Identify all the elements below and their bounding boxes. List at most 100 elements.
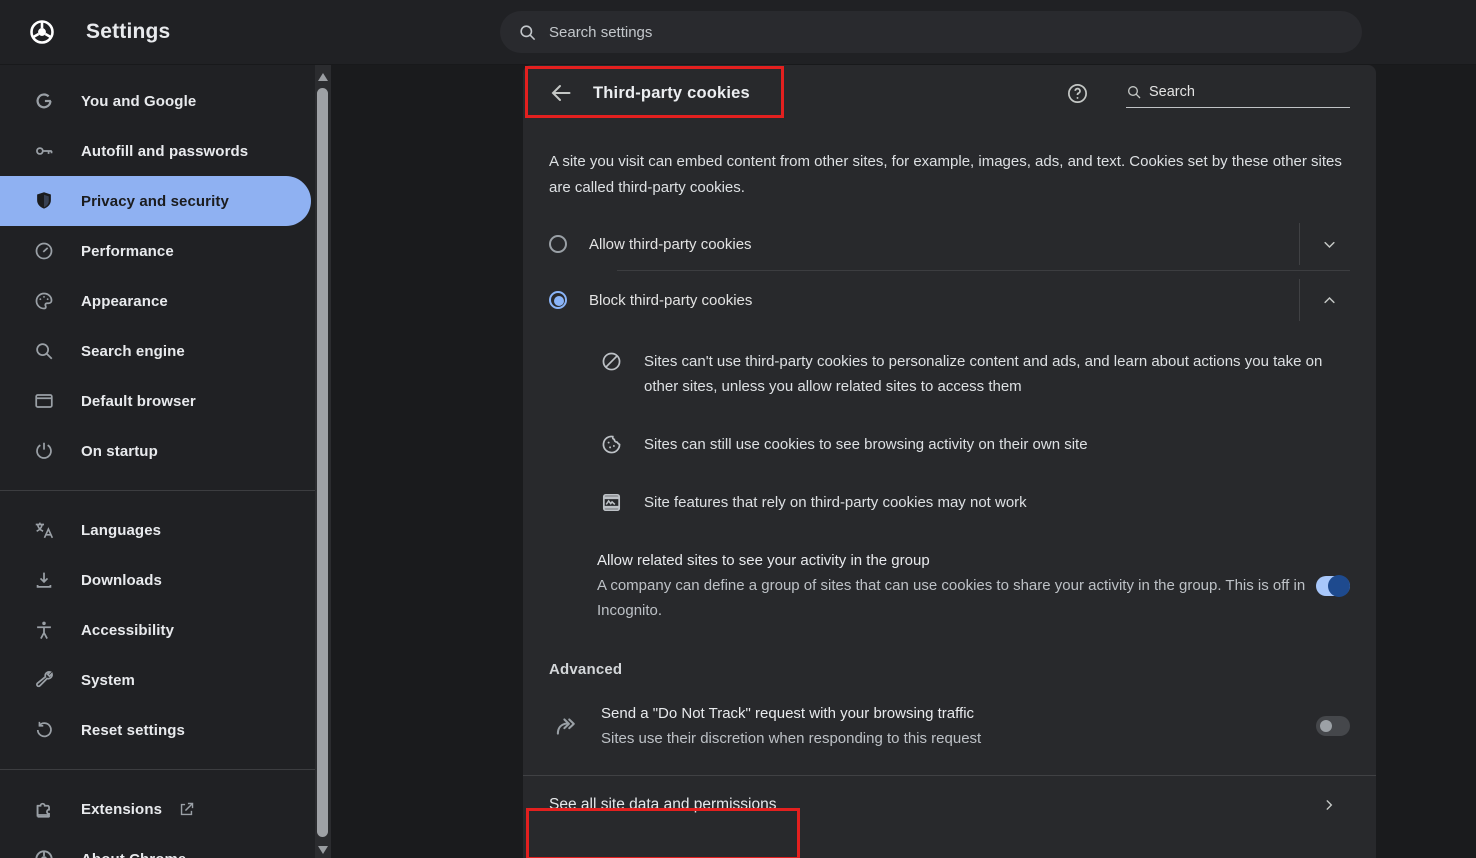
intro-text: A site you visit can embed content from …: [549, 149, 1350, 201]
list-item: Sites can't use third-party cookies to p…: [600, 349, 1350, 399]
advanced-section-label: Advanced: [549, 661, 1350, 678]
list-item: Sites can still use cookies to see brows…: [600, 432, 1350, 457]
chevron-down-icon[interactable]: [1322, 237, 1337, 252]
google-g-icon: [33, 90, 55, 112]
wrench-icon: [33, 669, 55, 691]
sidebar-item-label: Accessibility: [81, 622, 174, 639]
scrollbar[interactable]: [315, 65, 331, 858]
sidebar-item-search-engine[interactable]: Search engine: [0, 326, 315, 376]
app-title: Settings: [86, 20, 170, 44]
sidebar-item-label: Languages: [81, 522, 161, 539]
see-all-site-data-label: See all site data and permissions: [549, 796, 776, 814]
sidebar-divider: [0, 769, 315, 770]
sidebar-item-privacy-and-security[interactable]: Privacy and security: [0, 176, 311, 226]
blocked-icon: [600, 350, 623, 373]
main-content-area: Third-party cookies: [331, 65, 1476, 858]
settings-search-input[interactable]: [549, 24, 1344, 41]
page-header: Third-party cookies: [549, 65, 1350, 121]
sidebar-divider: [0, 490, 315, 491]
sidebar-item-label: Autofill and passwords: [81, 143, 248, 160]
power-icon: [33, 440, 55, 462]
back-arrow-icon[interactable]: [549, 81, 573, 105]
puzzle-icon: [33, 798, 55, 820]
brand: Settings: [0, 18, 500, 46]
sidebar-item-about-chrome[interactable]: About Chrome: [0, 834, 315, 858]
sidebar-item-label: Reset settings: [81, 722, 185, 739]
divider: [1299, 223, 1300, 265]
sidebar-item-performance[interactable]: Performance: [0, 226, 315, 276]
in-page-search[interactable]: [1126, 84, 1350, 108]
sidebar-item-reset-settings[interactable]: Reset settings: [0, 705, 315, 755]
sidebar-item-label: System: [81, 672, 135, 689]
sidebar-item-on-startup[interactable]: On startup: [0, 426, 315, 476]
related-sites-title: Allow related sites to see your activity…: [597, 548, 1316, 573]
sidebar-item-label: Default browser: [81, 393, 196, 410]
sidebar-item-languages[interactable]: Languages: [0, 505, 315, 555]
settings-search-bar[interactable]: [500, 11, 1362, 53]
key-icon: [33, 140, 55, 162]
sidebar-item-you-and-google[interactable]: You and Google: [0, 76, 315, 126]
detail-text: Sites can't use third-party cookies to p…: [644, 349, 1350, 399]
sidebar-item-label: On startup: [81, 443, 158, 460]
sidebar: You and Google Autofill and passwords Pr…: [0, 65, 315, 858]
see-all-site-data-row[interactable]: See all site data and permissions: [549, 776, 1350, 834]
sidebar-item-autofill[interactable]: Autofill and passwords: [0, 126, 315, 176]
related-sites-toggle[interactable]: [1316, 576, 1350, 596]
do-not-track-description: Sites use their discretion when respondi…: [601, 726, 981, 751]
reset-icon: [33, 719, 55, 741]
sidebar-item-label: Extensions: [81, 801, 162, 818]
sidebar-item-downloads[interactable]: Downloads: [0, 555, 315, 605]
browser-window-icon: [33, 390, 55, 412]
third-party-cookies-card: Third-party cookies: [523, 65, 1376, 858]
do-not-track-icon: [553, 713, 579, 739]
shield-icon: [33, 190, 55, 212]
related-sites-row: Allow related sites to see your activity…: [549, 548, 1350, 623]
sidebar-item-label: Privacy and security: [81, 193, 229, 210]
magnifier-icon: [33, 340, 55, 362]
search-icon: [1126, 84, 1142, 100]
open-in-new-icon: [178, 801, 195, 818]
option-allow-third-party-cookies[interactable]: Allow third-party cookies: [549, 218, 1350, 270]
search-icon: [518, 23, 537, 42]
option-label: Allow third-party cookies: [589, 236, 752, 253]
sidebar-item-label: Performance: [81, 243, 174, 260]
sidebar-item-label: You and Google: [81, 93, 196, 110]
do-not-track-title: Send a "Do Not Track" request with your …: [601, 701, 981, 726]
cookie-icon: [600, 433, 623, 456]
topbar: Settings: [0, 0, 1476, 65]
option-label: Block third-party cookies: [589, 292, 752, 309]
palette-icon: [33, 290, 55, 312]
radio-selected[interactable]: [549, 291, 567, 309]
detail-text: Site features that rely on third-party c…: [644, 490, 1027, 515]
do-not-track-row: Send a "Do Not Track" request with your …: [549, 701, 1350, 751]
sidebar-item-label: Appearance: [81, 293, 168, 310]
in-page-search-input[interactable]: [1149, 84, 1350, 100]
sidebar-item-label: Search engine: [81, 343, 185, 360]
block-details: Sites can't use third-party cookies to p…: [549, 349, 1350, 515]
scrollbar-up-arrow[interactable]: [318, 73, 328, 81]
sidebar-item-default-browser[interactable]: Default browser: [0, 376, 315, 426]
translate-icon: [33, 519, 55, 541]
do-not-track-toggle[interactable]: [1316, 716, 1350, 736]
sidebar-item-system[interactable]: System: [0, 655, 315, 705]
scrollbar-thumb[interactable]: [317, 88, 328, 837]
cookie-options: Allow third-party cookies Block third-pa…: [549, 218, 1350, 329]
chrome-logo-icon: [28, 18, 56, 46]
sidebar-item-label: About Chrome: [81, 851, 186, 858]
related-sites-description: A company can define a group of sites th…: [597, 573, 1316, 623]
list-item: Site features that rely on third-party c…: [600, 490, 1350, 515]
chrome-settings-window: Settings You and Google: [0, 0, 1476, 858]
sidebar-item-accessibility[interactable]: Accessibility: [0, 605, 315, 655]
option-block-third-party-cookies[interactable]: Block third-party cookies: [549, 271, 1350, 329]
sidebar-item-appearance[interactable]: Appearance: [0, 276, 315, 326]
sidebar-item-extensions[interactable]: Extensions: [0, 784, 315, 834]
download-icon: [33, 569, 55, 591]
scrollbar-down-arrow[interactable]: [318, 846, 328, 854]
speedometer-icon: [33, 240, 55, 262]
divider: [1299, 279, 1300, 321]
chevron-right-icon: [1322, 797, 1336, 813]
chrome-logo-small-icon: [33, 848, 55, 858]
chevron-up-icon[interactable]: [1322, 293, 1337, 308]
help-icon[interactable]: [1066, 82, 1089, 105]
radio-unselected[interactable]: [549, 235, 567, 253]
